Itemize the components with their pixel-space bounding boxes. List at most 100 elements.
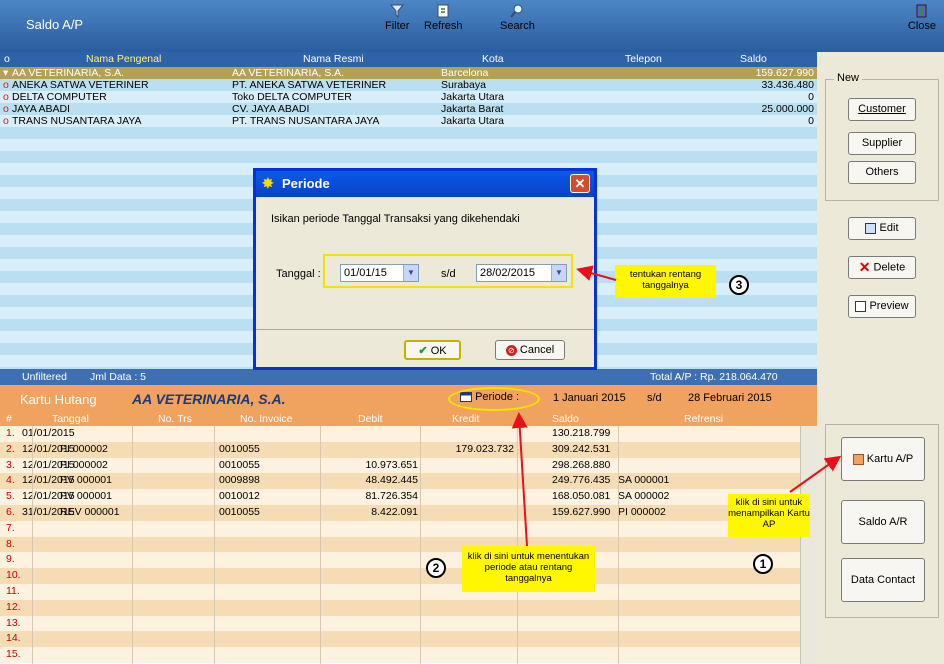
- kartu-row[interactable]: 5. 12/01/2015 PV 000001 0010012 81.726.354 16…: [0, 489, 800, 505]
- kartu-hutang-header: Kartu Hutang AA VETERINARIA, S.A. Period…: [0, 385, 817, 413]
- cell-saldo: 25.000.000: [761, 103, 814, 115]
- cell-inv: 0010055: [219, 506, 260, 518]
- cell-tgl: 01/01/2015: [22, 427, 75, 439]
- col-nama-pengenal[interactable]: Nama Pengenal: [86, 53, 161, 65]
- cell-mark: ▾: [3, 67, 9, 79]
- periode-sd: s/d: [647, 392, 662, 404]
- row-number: 13.: [6, 616, 21, 629]
- cell-trs: PI 000002: [60, 442, 108, 455]
- col-kota[interactable]: Kota: [482, 53, 504, 65]
- cell-debit: 81.726.354: [365, 490, 418, 503]
- refresh-button[interactable]: Refresh: [424, 4, 463, 32]
- dialog-message: Isikan periode Tanggal Transaksi yang di…: [271, 213, 520, 225]
- ok-label: OK: [430, 345, 447, 357]
- kartu-row[interactable]: 6. 31/01/2015 REV 000001 0010055 8.422.091 15…: [0, 505, 800, 521]
- kartu-row[interactable]: 2. 12/01/2015 PI 000002 0010055 179.023.732 3…: [0, 441, 800, 458]
- row-number: 1.: [6, 427, 15, 439]
- customer-button[interactable]: Customer: [848, 98, 916, 121]
- grid-stripe: [0, 139, 817, 151]
- grid-divider: [132, 426, 133, 664]
- col-nama-resmi[interactable]: Nama Resmi: [303, 53, 364, 65]
- supplier-row[interactable]: o DELTA COMPUTER Toko DELTA COMPUTER Jakart…: [0, 91, 817, 103]
- cell-inv: 0009898: [219, 474, 260, 487]
- kartu-row[interactable]: 4. 12/01/2015 PV 000001 0009898 48.492.445 24…: [0, 473, 800, 490]
- edit-button[interactable]: Edit: [848, 217, 916, 240]
- supplier-row[interactable]: o TRANS NUSANTARA JAYA PT. TRANS NUSANTARA…: [0, 115, 817, 127]
- cancel-button[interactable]: ⊘ Cancel: [495, 340, 565, 360]
- kartu-row[interactable]: 10.: [0, 568, 800, 584]
- kartu-grid[interactable]: # Tanggal No. Trs No. Invoice Debit Kred…: [0, 413, 817, 664]
- cell-mark: o: [3, 115, 9, 127]
- cell-kota: Jakarta Utara: [441, 115, 505, 127]
- callout-3: tentukan rentang tanggalnya: [615, 265, 716, 298]
- kartu-row[interactable]: 7.: [0, 520, 800, 537]
- kartu-row[interactable]: 14.: [0, 631, 800, 648]
- col-kredit[interactable]: Kredit: [452, 413, 479, 425]
- data-contact-button[interactable]: Data Contact: [841, 558, 925, 602]
- cell-saldo: 249.776.435: [552, 474, 611, 487]
- others-button[interactable]: Others: [848, 161, 916, 184]
- exit-door-icon: [916, 4, 927, 18]
- col-saldo[interactable]: Saldo: [740, 53, 767, 65]
- supplier-grid-header: o Nama Pengenal Nama Resmi Kota Telepon …: [0, 52, 817, 67]
- delete-button[interactable]: ✕ Delete: [848, 256, 916, 279]
- supplier-row[interactable]: ▾ AA VETERINARIA, S.A. AA VETERINARIA, S.A…: [0, 67, 817, 79]
- cell-kota: Jakarta Barat: [441, 103, 504, 115]
- row-number: 7.: [6, 521, 15, 534]
- cell-ref: SA 000002: [618, 490, 670, 503]
- col-saldo-kartu[interactable]: Saldo: [552, 413, 579, 425]
- vertical-scrollbar[interactable]: [800, 426, 817, 664]
- supplier-button[interactable]: Supplier: [848, 132, 916, 155]
- saldo-ar-button[interactable]: Saldo A/R: [841, 500, 925, 544]
- refresh-label: Refresh: [424, 20, 463, 32]
- kartu-row[interactable]: 11.: [0, 584, 800, 600]
- kartu-row[interactable]: 1. 01/01/2015 130.218.799: [0, 426, 800, 442]
- record-count: Jml Data : 5: [90, 371, 147, 383]
- cell-kredit: 179.023.732: [455, 442, 514, 455]
- close-x-icon: ✕: [574, 176, 586, 191]
- col-tanggal[interactable]: Tanggal: [52, 413, 89, 425]
- cell-nama: DELTA COMPUTER: [12, 91, 107, 103]
- kartu-row[interactable]: 15.: [0, 647, 800, 663]
- grid-divider: [320, 426, 321, 664]
- cell-kota: Barcelona: [441, 67, 489, 79]
- grid-divider: [214, 426, 215, 664]
- periode-end: 28 Februari 2015: [688, 392, 772, 404]
- dialog-close-button[interactable]: ✕: [570, 174, 590, 193]
- close-button[interactable]: Close: [908, 4, 936, 32]
- preview-button[interactable]: Preview: [848, 295, 916, 318]
- cell-resmi: Toko DELTA COMPUTER: [232, 91, 352, 103]
- search-icon: [510, 4, 523, 18]
- col-no-trs[interactable]: No. Trs: [158, 413, 192, 425]
- supplier-row[interactable]: o ANEKA SATWA VETERINER PT. ANEKA SATWA VE…: [0, 79, 817, 91]
- search-button[interactable]: Search: [500, 4, 535, 32]
- row-number: 10.: [6, 569, 21, 582]
- kartu-row[interactable]: 13.: [0, 615, 800, 632]
- ok-button[interactable]: ✔ OK: [404, 340, 461, 360]
- cell-nama: AA VETERINARIA, S.A.: [12, 67, 125, 79]
- row-number: 8.: [6, 537, 15, 550]
- supplier-row[interactable]: o JAYA ABADI CV. JAYA ABADI Jakarta Barat 25…: [0, 103, 817, 115]
- callout-2: klik di sini untuk menentukan periode at…: [462, 546, 595, 592]
- filter-button[interactable]: Filter: [385, 4, 409, 32]
- app-title: Saldo A/P: [26, 17, 84, 32]
- cell-saldo: 130.218.799: [552, 427, 611, 439]
- col-debit[interactable]: Debit: [358, 413, 383, 425]
- dialog-titlebar[interactable]: ✸ Periode ✕: [256, 171, 594, 197]
- kartu-ap-button[interactable]: Kartu A/P: [841, 437, 925, 481]
- others-label: Others: [865, 166, 899, 178]
- kartu-title: Kartu Hutang: [20, 392, 97, 407]
- cell-saldo: 159.627.990: [755, 67, 814, 79]
- col-no-invoice[interactable]: No. Invoice: [240, 413, 293, 425]
- kartu-row[interactable]: 3. 12/01/2015 PI 000002 0010055 10.973.651 29…: [0, 457, 800, 474]
- kartu-row[interactable]: 8.: [0, 536, 800, 553]
- col-telepon[interactable]: Telepon: [625, 53, 662, 65]
- delete-x-icon: ✕: [858, 259, 871, 275]
- col-refrensi[interactable]: Refrensi: [684, 413, 723, 425]
- step-1-badge: 1: [753, 554, 773, 574]
- cell-debit: 48.492.445: [365, 474, 418, 487]
- cell-saldo: 33.436.480: [761, 79, 814, 91]
- kartu-row[interactable]: 9.: [0, 552, 800, 569]
- kartu-row[interactable]: 12.: [0, 599, 800, 616]
- kartu-ap-label: Kartu A/P: [866, 453, 914, 465]
